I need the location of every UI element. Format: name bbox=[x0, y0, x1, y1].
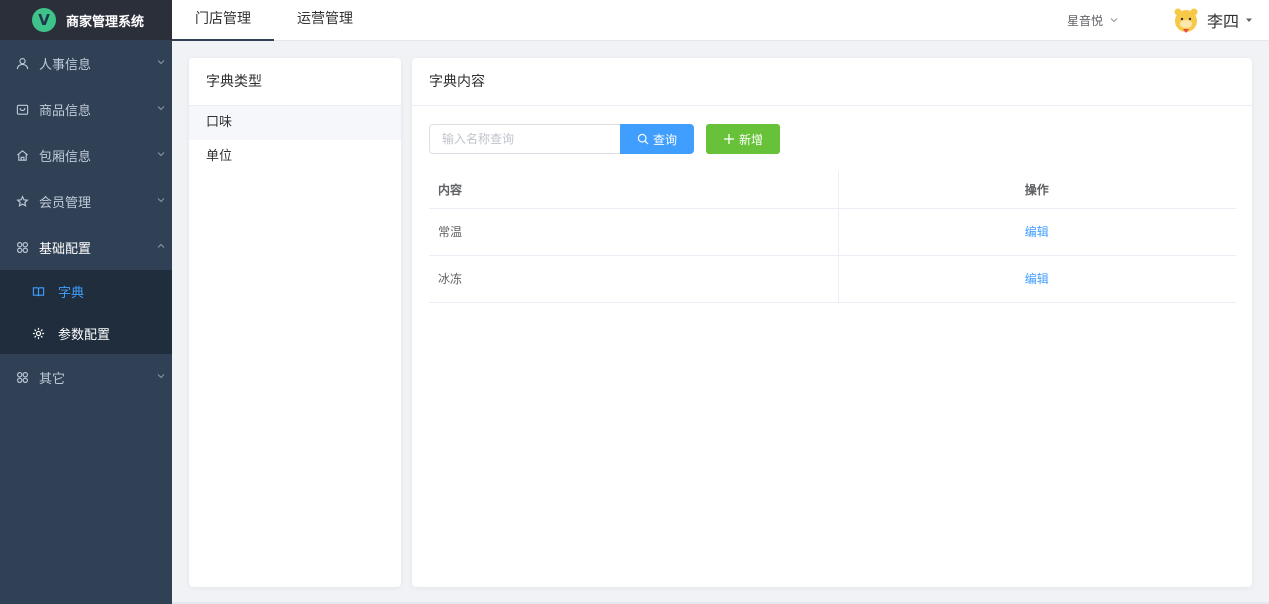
edit-link[interactable]: 编辑 bbox=[1025, 225, 1049, 239]
cell-actions: 编辑 bbox=[838, 255, 1236, 303]
panel-title: 字典内容 bbox=[412, 58, 1252, 106]
query-button-label: 查询 bbox=[652, 132, 677, 147]
chevron-down-icon bbox=[1110, 18, 1118, 23]
chevron-up-icon bbox=[157, 243, 165, 248]
dictionary-type-item[interactable]: 口味 bbox=[189, 106, 401, 140]
sidebar-menu: 人事信息 商品信息 包厢信息 会员管理 基础配置 字典 参数配置 其它 bbox=[0, 40, 172, 400]
sidebar-item-label: 会员管理 bbox=[39, 195, 92, 211]
sidebar-item-label: 包厢信息 bbox=[39, 149, 92, 165]
user-menu[interactable]: 李四 bbox=[1171, 0, 1253, 40]
user-icon bbox=[14, 55, 30, 71]
cell-actions: 编辑 bbox=[838, 208, 1236, 256]
table-row: 常温 编辑 bbox=[429, 208, 1236, 256]
sidebar-item-members[interactable]: 会员管理 bbox=[0, 178, 172, 224]
topnav-operations-management[interactable]: 运营管理 bbox=[274, 0, 376, 41]
sidebar-item-label: 商品信息 bbox=[39, 103, 92, 119]
home-icon bbox=[14, 147, 30, 163]
search-icon bbox=[637, 133, 649, 145]
topnav-store-management[interactable]: 门店管理 bbox=[172, 0, 274, 41]
avatar bbox=[1171, 5, 1201, 35]
dictionary-content-table: 内容 操作 常温 编辑 冰冻 编辑 bbox=[429, 171, 1236, 303]
sidebar: V 商家管理系统 人事信息 商品信息 包厢信息 会员管理 基础配置 字典 参数配… bbox=[0, 0, 172, 604]
sidebar-item-label: 其它 bbox=[39, 371, 66, 387]
dictionary-type-list: 口味 单位 bbox=[189, 106, 401, 174]
store-name: 星音悦 bbox=[1066, 13, 1103, 28]
sidebar-item-rooms[interactable]: 包厢信息 bbox=[0, 132, 172, 178]
table-header-row: 内容 操作 bbox=[429, 171, 1236, 209]
column-header-actions: 操作 bbox=[838, 171, 1236, 209]
gear-icon bbox=[32, 325, 48, 341]
sidebar-item-label: 人事信息 bbox=[39, 57, 92, 73]
sidebar-item-param-config[interactable]: 参数配置 bbox=[0, 312, 172, 354]
sidebar-item-personnel[interactable]: 人事信息 bbox=[0, 40, 172, 86]
chevron-down-icon bbox=[157, 152, 165, 157]
app-title: 商家管理系统 bbox=[66, 14, 145, 30]
chevron-down-icon bbox=[157, 198, 165, 203]
caret-down-icon bbox=[1246, 18, 1252, 22]
sidebar-item-label: 参数配置 bbox=[58, 327, 111, 343]
sidebar-item-basic-config[interactable]: 基础配置 bbox=[0, 224, 172, 270]
sidebar-submenu: 字典 参数配置 bbox=[0, 270, 172, 354]
dictionary-type-panel: 字典类型 口味 单位 bbox=[189, 58, 401, 587]
star-icon bbox=[14, 193, 30, 209]
chevron-down-icon bbox=[157, 374, 165, 379]
dictionary-content-panel: 字典内容 查询 新增 内容 操作 常温 编辑 冰冻 bbox=[412, 58, 1252, 587]
goods-icon bbox=[14, 101, 30, 117]
search-input[interactable] bbox=[429, 124, 620, 154]
sidebar-item-goods[interactable]: 商品信息 bbox=[0, 86, 172, 132]
sidebar-item-label: 基础配置 bbox=[39, 241, 92, 257]
grid-icon bbox=[14, 239, 30, 255]
book-icon bbox=[32, 283, 48, 299]
user-name: 李四 bbox=[1206, 12, 1239, 31]
sidebar-item-label: 字典 bbox=[58, 285, 85, 301]
top-bar: 门店管理 运营管理 星音悦 李四 bbox=[172, 0, 1269, 41]
plus-icon bbox=[723, 134, 734, 144]
chevron-down-icon bbox=[157, 106, 165, 111]
store-selector[interactable]: 星音悦 bbox=[1067, 0, 1119, 40]
grid-icon bbox=[14, 369, 30, 385]
search-toolbar: 查询 新增 bbox=[429, 124, 780, 154]
query-button[interactable]: 查询 bbox=[620, 124, 694, 154]
sidebar-submenu-container: 字典 参数配置 bbox=[0, 270, 172, 354]
top-nav: 门店管理 运营管理 bbox=[172, 0, 376, 41]
table-row: 冰冻 编辑 bbox=[429, 255, 1236, 303]
sidebar-item-dictionary[interactable]: 字典 bbox=[0, 270, 172, 312]
cell-content: 常温 bbox=[429, 208, 839, 256]
sidebar-item-other[interactable]: 其它 bbox=[0, 354, 172, 400]
logo-icon: V bbox=[32, 8, 56, 32]
logo-bar: V 商家管理系统 bbox=[0, 0, 172, 40]
add-button[interactable]: 新增 bbox=[706, 124, 780, 154]
dictionary-type-item[interactable]: 单位 bbox=[189, 140, 401, 174]
chevron-down-icon bbox=[157, 60, 165, 65]
add-button-label: 新增 bbox=[738, 132, 763, 147]
edit-link[interactable]: 编辑 bbox=[1025, 272, 1049, 286]
cell-content: 冰冻 bbox=[429, 255, 839, 303]
column-header-content: 内容 bbox=[429, 171, 839, 209]
panel-title: 字典类型 bbox=[189, 58, 401, 106]
